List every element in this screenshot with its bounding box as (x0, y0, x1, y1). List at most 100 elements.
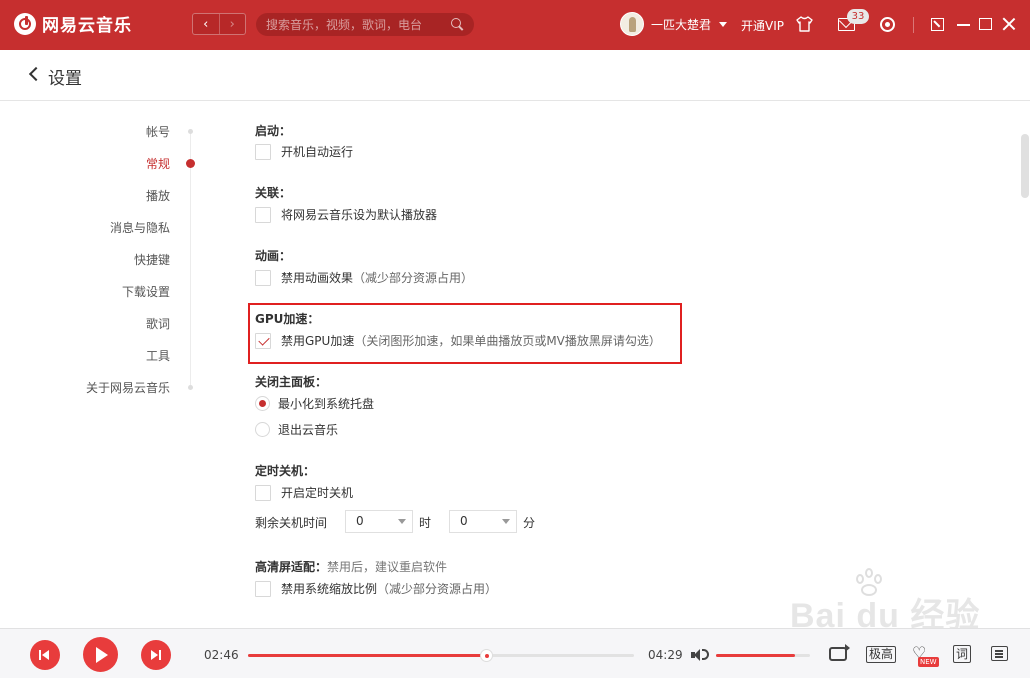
maximize-icon[interactable] (979, 18, 992, 30)
minimize-to-tray-radio[interactable] (255, 396, 270, 411)
option-hint: （减少部分资源占用） (353, 271, 474, 285)
lyrics-button[interactable]: 词 (953, 645, 971, 663)
option-label: 禁用动画效果 (281, 271, 354, 285)
chevron-down-icon (502, 519, 510, 524)
exit-app-option[interactable]: 退出云音乐 (255, 421, 338, 438)
remaining-time-label: 剩余关机时间 (255, 516, 328, 530)
sidebar-active-dot (186, 159, 195, 168)
volume-slider[interactable] (716, 654, 810, 657)
forward-button[interactable]: › (218, 14, 246, 34)
netease-music-logo-icon (14, 12, 36, 35)
previous-icon (39, 650, 50, 660)
sidebar-item-tools[interactable]: 工具 (10, 347, 170, 364)
section-title: GPU加速： (255, 312, 320, 326)
page-title: 设置 (48, 69, 82, 89)
minutes-value: 0 (460, 514, 468, 528)
progress-fill (248, 654, 487, 657)
settings-content: 启动： 开机自动运行 关联： 将网易云音乐设为默认播放器 动画： 禁用动画效果 … (230, 102, 1020, 628)
avatar[interactable] (620, 12, 644, 36)
play-icon (96, 647, 108, 663)
back-button[interactable]: ‹ (193, 14, 219, 34)
close-icon[interactable] (1002, 17, 1016, 31)
default-player-option[interactable]: 将网易云音乐设为默认播放器 (255, 206, 437, 223)
next-icon (151, 650, 162, 660)
sidebar-item-download[interactable]: 下载设置 (10, 283, 170, 300)
title-bar: 网易云音乐 ‹ › 一匹大楚君 开通VIP 33 (0, 0, 1030, 50)
disable-animation-checkbox[interactable] (255, 269, 271, 286)
minutes-unit: 分 (523, 516, 536, 530)
chevron-down-icon[interactable] (719, 21, 728, 27)
minimize-icon[interactable] (957, 24, 970, 26)
skin-shirt-icon[interactable] (796, 16, 813, 32)
startup-autorun-checkbox[interactable] (255, 143, 271, 160)
option-label: 退出云音乐 (278, 423, 339, 437)
search-icon[interactable] (451, 18, 464, 31)
sidebar-item-shortcuts[interactable]: 快捷键 (10, 251, 170, 268)
section-gpu: GPU加速： (255, 310, 319, 327)
page-header: 设置 (0, 50, 1030, 101)
search-input[interactable] (266, 17, 451, 32)
section-note: 禁用后，建议重启软件 (327, 560, 448, 574)
option-label: 最小化到系统托盘 (278, 397, 375, 411)
total-time: 04:29 (648, 648, 683, 662)
next-button[interactable] (141, 640, 171, 670)
chevron-left-icon[interactable] (28, 66, 44, 82)
divider (913, 17, 914, 33)
play-button[interactable] (83, 637, 118, 672)
history-nav: ‹ › (192, 13, 246, 35)
sidebar-item-playback[interactable]: 播放 (10, 187, 170, 204)
section-title: 关闭主面板： (255, 375, 328, 389)
username[interactable]: 一匹大楚君 (651, 16, 711, 33)
option-label: 开机自动运行 (281, 145, 354, 159)
mini-mode-icon[interactable] (931, 18, 944, 31)
section-startup: 启动： (255, 122, 291, 139)
hours-value: 0 (356, 514, 364, 528)
user-menu[interactable]: 一匹大楚君 (620, 12, 728, 36)
sidebar-item-lyrics[interactable]: 歌词 (10, 315, 170, 332)
option-hint: （减少部分资源占用） (377, 582, 498, 596)
minutes-select[interactable]: 0 (449, 510, 517, 533)
disable-gpu-option[interactable]: 禁用GPU加速 （关闭图形加速，如果单曲播放页或MV播放黑屏请勾选） (255, 332, 661, 349)
volume-wave-icon (702, 649, 709, 660)
search-box[interactable] (256, 13, 474, 36)
app-logo[interactable]: 网易云音乐 (14, 11, 132, 36)
sidebar-dot (188, 129, 193, 134)
settings-sidebar: 帐号 常规 播放 消息与隐私 快捷键 下载设置 歌词 工具 关于网易云音乐 (0, 102, 230, 628)
current-time: 02:46 (204, 648, 239, 662)
startup-autorun-option[interactable]: 开机自动运行 (255, 143, 353, 160)
section-association: 关联： (255, 184, 291, 201)
quality-button[interactable]: 极高 (866, 646, 897, 663)
default-player-checkbox[interactable] (255, 206, 271, 223)
minimize-to-tray-option[interactable]: 最小化到系统托盘 (255, 395, 374, 412)
sidebar-item-general[interactable]: 常规 (10, 155, 170, 172)
disable-scaling-checkbox[interactable] (255, 580, 271, 597)
player-bar: 02:46 04:29 极高 NEW 词 (0, 628, 1030, 678)
sidebar-item-account[interactable]: 帐号 (10, 123, 170, 140)
sidebar-item-messages-privacy[interactable]: 消息与隐私 (10, 219, 170, 236)
sidebar-item-about[interactable]: 关于网易云音乐 (10, 379, 170, 396)
enable-shutdown-timer-checkbox[interactable] (255, 484, 271, 501)
option-label: 禁用系统缩放比例 (281, 582, 378, 596)
progress-knob[interactable] (480, 649, 494, 662)
section-hidpi: 高清屏适配：禁用后，建议重启软件 (255, 558, 447, 575)
section-title: 定时关机： (255, 464, 316, 478)
open-vip-link[interactable]: 开通VIP (741, 17, 784, 34)
scrollbar-thumb[interactable] (1021, 134, 1029, 198)
progress-bar[interactable] (248, 649, 634, 662)
disable-animation-option[interactable]: 禁用动画效果 （减少部分资源占用） (255, 269, 473, 286)
app-name: 网易云音乐 (42, 16, 132, 36)
enable-shutdown-timer-option[interactable]: 开启定时关机 (255, 484, 353, 501)
volume-fill (716, 654, 795, 657)
disable-gpu-checkbox[interactable] (255, 332, 271, 349)
gear-icon[interactable] (880, 17, 895, 32)
loop-mode-icon[interactable] (829, 644, 850, 661)
hours-select[interactable]: 0 (345, 510, 413, 533)
disable-scaling-option[interactable]: 禁用系统缩放比例 （减少部分资源占用） (255, 580, 497, 597)
section-close-panel: 关闭主面板： (255, 373, 327, 390)
exit-app-radio[interactable] (255, 422, 270, 437)
previous-button[interactable] (30, 640, 60, 670)
section-title: 高清屏适配： (255, 560, 328, 574)
section-shutdown-timer: 定时关机： (255, 462, 315, 479)
playlist-icon[interactable] (991, 646, 1008, 661)
option-label: 禁用GPU加速 (281, 334, 355, 348)
